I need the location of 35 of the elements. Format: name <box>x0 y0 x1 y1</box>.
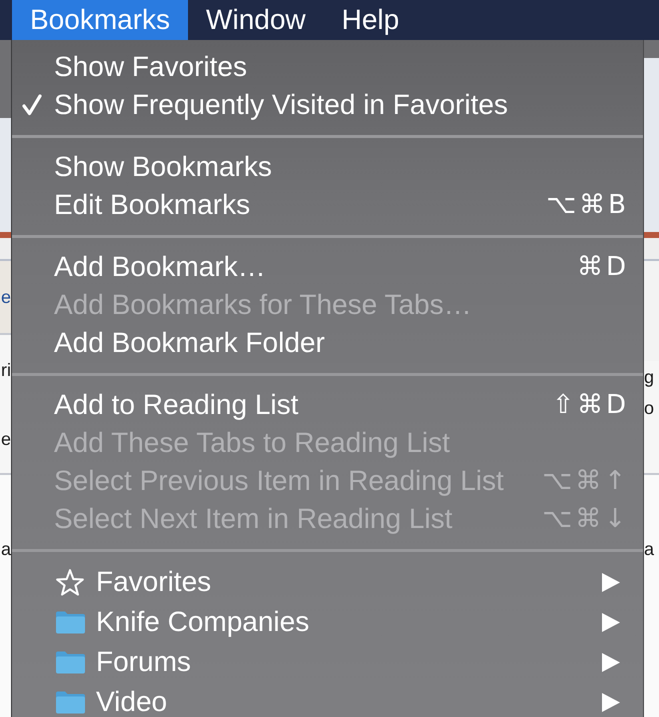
menu-item[interactable]: Favorites <box>96 568 212 596</box>
browser-toolbar <box>644 40 659 58</box>
keyboard-shortcut: ⇧⌘D <box>552 391 629 419</box>
menu-item[interactable]: Edit Bookmarks <box>54 191 250 219</box>
page-link[interactable]: e <box>0 287 11 307</box>
page-text: o <box>644 398 654 418</box>
keyboard-shortcut: ⌥⌘↓ <box>542 505 629 533</box>
accent-stripe <box>644 232 659 238</box>
page-header <box>0 238 11 259</box>
menu-item[interactable]: Add Bookmark… <box>54 253 266 281</box>
menu-item[interactable]: Show Bookmarks <box>54 153 272 181</box>
keyboard-shortcut: ⌥⌘B <box>546 191 629 219</box>
page-text: e <box>0 428 11 448</box>
menu-item[interactable]: Add to Reading List <box>54 391 298 419</box>
folder-icon <box>54 650 86 674</box>
menu-item[interactable]: Show Favorites <box>54 53 247 81</box>
star-icon <box>56 568 84 596</box>
folder-icon <box>54 610 86 634</box>
menu-item[interactable]: Add Bookmark Folder <box>54 329 325 357</box>
menu-item[interactable]: Video <box>96 688 168 716</box>
page-text: a <box>644 539 654 559</box>
menu-item[interactable]: Show Frequently Visited in Favorites <box>54 91 508 119</box>
menu-item[interactable]: Knife Companies <box>96 608 310 636</box>
folder-icon <box>54 690 86 714</box>
page-header <box>644 238 659 259</box>
accent-stripe <box>0 232 11 238</box>
menu-title[interactable]: Window <box>188 0 324 40</box>
menu-title[interactable]: Help <box>324 0 418 40</box>
page-text: a <box>0 539 11 559</box>
menu-title[interactable]: Bookmarks <box>12 0 188 40</box>
keyboard-shortcut: ⌘D <box>576 253 629 281</box>
keyboard-shortcut: ⌥⌘↑ <box>542 467 629 495</box>
page-text: ri <box>1 360 11 380</box>
page-text: g <box>644 367 654 387</box>
menu-item[interactable]: Forums <box>96 648 191 676</box>
